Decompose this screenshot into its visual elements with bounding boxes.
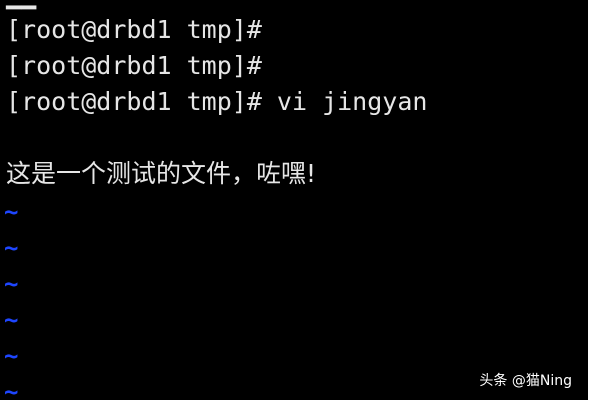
watermark: 头条 @猫Ning (479, 373, 572, 389)
vi-empty-line-marker: ~ (4, 306, 19, 334)
terminal-window[interactable]: ▁▁ [root@drbd1 tmp]# [root@drbd1 tmp]# [… (0, 0, 588, 400)
vi-empty-line-marker: ~ (4, 342, 19, 370)
terminal-prompt-line: [root@drbd1 tmp]# (6, 15, 262, 44)
vi-empty-line-marker: ~ (4, 378, 19, 400)
terminal-line-partial: ▁▁ (6, 0, 36, 10)
vi-empty-line-marker: ~ (4, 270, 19, 298)
screenshot: ▁▁ [root@drbd1 tmp]# [root@drbd1 tmp]# [… (0, 0, 600, 400)
vi-empty-line-marker: ~ (4, 198, 19, 226)
terminal-command-line: [root@drbd1 tmp]# vi jingyan (6, 87, 428, 116)
terminal-prompt-line: [root@drbd1 tmp]# (6, 51, 262, 80)
vi-empty-line-marker: ~ (4, 234, 19, 262)
file-content-line: 这是一个测试的文件，咗嘿! (6, 159, 317, 188)
